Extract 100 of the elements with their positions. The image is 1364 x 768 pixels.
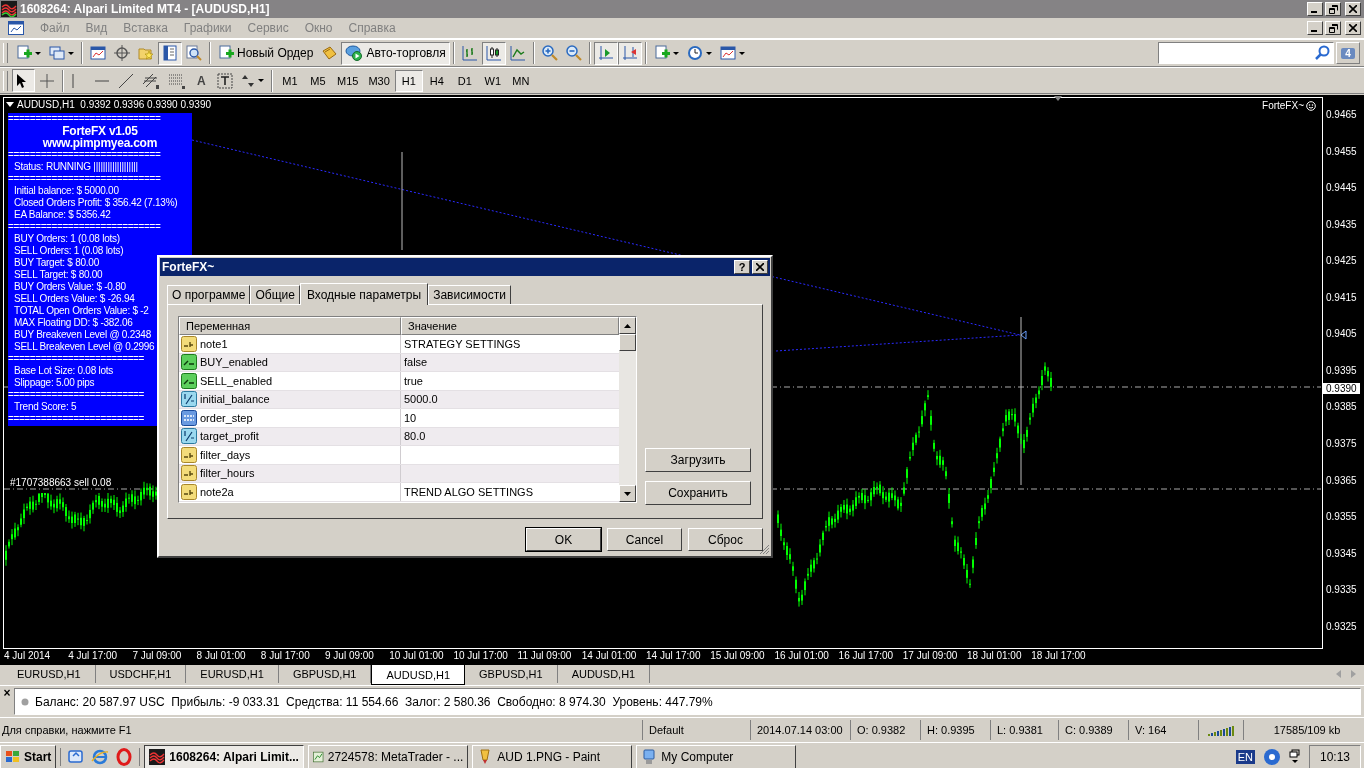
info-text: Base Lot Size: 0.08 lots bbox=[13, 365, 114, 377]
close-button[interactable]: × bbox=[0, 686, 14, 700]
info-text: MAX Floating DD: $ -382.06 bbox=[13, 317, 133, 329]
parameter-value: TREND ALGO SETTINGS bbox=[404, 485, 533, 498]
timeframe-button[interactable]: M1 bbox=[276, 69, 304, 92]
start-button[interactable]: Start bbox=[0, 745, 57, 768]
time-label: 4 Jul 2014 bbox=[4, 650, 51, 661]
separator-text: ========================= bbox=[8, 353, 144, 365]
time-label: 11 Jul 09:00 bbox=[517, 650, 572, 661]
chart-tab[interactable]: USDCHF,H1 bbox=[95, 665, 187, 683]
price-label: 0.9465 bbox=[1326, 109, 1357, 120]
price-label: 0.9425 bbox=[1326, 255, 1357, 267]
time-label: 18 Jul 17:00 bbox=[1031, 650, 1086, 661]
separator-text: ============================ bbox=[8, 113, 161, 125]
current-price-label: 0.9390 bbox=[1323, 383, 1360, 394]
price-label: 0.9455 bbox=[1326, 145, 1357, 157]
parameter-name: initial_balance bbox=[200, 393, 270, 406]
clock: 10:13 bbox=[1308, 745, 1361, 768]
expert-name: ForteFX~ bbox=[1262, 100, 1304, 111]
status-field: 2014.07.14 03:00 bbox=[750, 720, 850, 740]
info-text: Status: RUNNING ||||||||||||||||||| bbox=[13, 161, 138, 173]
dialog-tab[interactable]: Зависимости bbox=[428, 285, 511, 304]
separator-text: ============================ bbox=[8, 221, 161, 233]
toolbar-button[interactable]: Авто-торговля bbox=[341, 41, 450, 65]
info-text: SELL Orders: 1 (0.08 lots) bbox=[13, 245, 124, 257]
help-button[interactable]: ? bbox=[734, 260, 750, 274]
drawing-tool-button[interactable]: A bbox=[190, 69, 213, 92]
timeframe-button[interactable]: W1 bbox=[478, 69, 507, 92]
time-label: 10 Jul 17:00 bbox=[453, 650, 508, 661]
status-field: O: 0.9382 bbox=[850, 720, 920, 740]
taskbar-button[interactable]: 1608264: Alpari Limit... bbox=[144, 745, 305, 768]
time-label: 10 Jul 01:00 bbox=[389, 650, 444, 661]
parameter-value: true bbox=[404, 374, 423, 387]
traffic-counter: 17585/109 kb bbox=[1243, 720, 1364, 740]
time-label: 9 Jul 09:00 bbox=[325, 650, 374, 661]
parameter-name: target_profit bbox=[200, 430, 259, 443]
chart-tab[interactable]: GBPUSD,H1 bbox=[465, 665, 558, 683]
toolbar-button[interactable]: Новый Ордер bbox=[214, 41, 318, 65]
time-label: 15 Jul 09:00 bbox=[710, 650, 765, 661]
column-header[interactable]: Значение bbox=[401, 317, 619, 335]
dialog-button[interactable]: Загрузить bbox=[645, 448, 751, 472]
dialog-button[interactable]: Cancel bbox=[607, 528, 682, 551]
info-text: BUY Orders: 1 (0.08 lots) bbox=[13, 233, 120, 245]
time-label: 16 Jul 17:00 bbox=[838, 650, 894, 661]
order-label: #1707388663 sell 0.08 bbox=[10, 477, 112, 488]
chart-tab[interactable]: AUDUSD,H1 bbox=[371, 665, 466, 685]
info-text: BUY Orders Value: $ -0.80 bbox=[13, 281, 126, 293]
info-text: SELL Target: $ 80.00 bbox=[13, 269, 103, 281]
separator-text: ========================= bbox=[8, 389, 144, 401]
info-text: Trend Score: 5 bbox=[13, 401, 77, 413]
timeframe-button[interactable]: M15 bbox=[332, 69, 364, 92]
taskbar-button[interactable]: AUD 1.PNG - Paint bbox=[472, 745, 633, 768]
column-header[interactable]: Переменная bbox=[179, 317, 401, 335]
dialog-tab[interactable]: Общие bbox=[250, 285, 300, 304]
parameter-name: note2a bbox=[200, 485, 234, 498]
timeframe-button[interactable]: M30 bbox=[363, 69, 395, 92]
info-text: Initial balance: $ 5000.00 bbox=[13, 185, 119, 197]
language-indicator[interactable]: EN bbox=[1235, 750, 1255, 764]
price-label: 0.9355 bbox=[1326, 511, 1357, 523]
dialog-button[interactable]: Сброс bbox=[688, 528, 763, 551]
price-label: 0.9345 bbox=[1326, 547, 1357, 559]
help-hint: Для справки, нажмите F1 bbox=[1, 724, 133, 736]
chart-tab[interactable]: AUDUSD,H1 bbox=[557, 665, 651, 683]
chart-tab[interactable]: EURUSD,H1 bbox=[3, 665, 96, 683]
info-text: SELL Breakeven Level @ 0.2996 bbox=[13, 341, 155, 353]
timeframe-button[interactable]: D1 bbox=[450, 69, 479, 92]
info-text: BUY Breakeven Level @ 0.2348 bbox=[13, 329, 151, 341]
separator-text: ============================ bbox=[8, 173, 161, 185]
info-text: TOTAL Open Orders Value: $ -2 bbox=[13, 305, 149, 317]
chart-tab[interactable]: EURUSD,H1 bbox=[186, 665, 279, 683]
timeframe-button[interactable]: M5 bbox=[304, 69, 332, 92]
price-label: 0.9405 bbox=[1326, 328, 1357, 340]
parameter-value: 5000.0 bbox=[404, 393, 438, 406]
timeframe-button[interactable]: MN bbox=[506, 69, 535, 92]
status-field: H: 0.9395 bbox=[920, 720, 990, 740]
taskbar-button[interactable]: My Computer bbox=[636, 745, 797, 768]
parameter-name: BUY_enabled bbox=[200, 356, 268, 369]
parameter-name: order_step bbox=[200, 411, 253, 424]
parameter-value: 10 bbox=[404, 411, 417, 424]
parameter-value: false bbox=[404, 356, 428, 369]
time-label: 16 Jul 01:00 bbox=[774, 650, 829, 661]
price-label: 0.9365 bbox=[1326, 474, 1357, 486]
status-field: L: 0.9381 bbox=[990, 720, 1058, 740]
separator-text: ============================ bbox=[8, 149, 161, 161]
dialog-tab[interactable]: О программе bbox=[167, 285, 251, 304]
timeframe-button[interactable]: H1 bbox=[394, 69, 423, 92]
time-label: 7 Jul 09:00 bbox=[132, 650, 182, 661]
time-label: 17 Jul 09:00 bbox=[902, 650, 958, 661]
dialog-button[interactable]: OK bbox=[526, 528, 601, 551]
price-label: 0.9395 bbox=[1326, 364, 1357, 376]
timeframe-button[interactable]: H4 bbox=[422, 69, 451, 92]
info-text: www.pimpmyea.com bbox=[42, 137, 158, 149]
price-label: 0.9415 bbox=[1326, 291, 1357, 303]
time-label: 4 Jul 17:00 bbox=[68, 650, 118, 661]
message-count: 4 bbox=[1341, 47, 1355, 59]
parameter-name: filter_days bbox=[200, 448, 251, 461]
taskbar-button[interactable]: 2724578: MetaTrader - ... bbox=[308, 745, 469, 768]
dialog-tab[interactable]: Входные параметры bbox=[299, 283, 429, 305]
chart-symbol-header: AUDUSD,H1 0.9392 0.9396 0.9390 0.9390 bbox=[17, 99, 212, 110]
dialog-button[interactable]: Сохранить bbox=[645, 481, 751, 505]
